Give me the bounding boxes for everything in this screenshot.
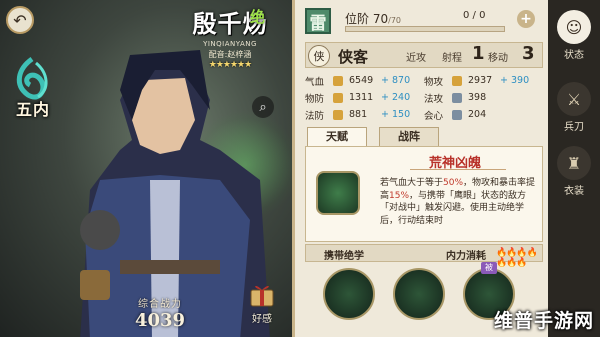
rank-label: 位阶 — [345, 12, 370, 26]
power-label: 综合战力 — [138, 299, 182, 310]
portrait-icon: ☺ — [557, 10, 591, 44]
stats-table: 气血 6549 + 870 物攻 2937 + 390 物防 1311 + 24… — [305, 72, 543, 123]
stat-label: 气血 — [305, 76, 325, 88]
side-item-outfit[interactable]: ♜ 衣装 — [552, 146, 596, 202]
skills-title: 携带绝学 — [324, 251, 364, 262]
stat-label: 物攻 — [424, 76, 444, 88]
attack-type: 近攻 — [406, 53, 426, 64]
stat-hp: 气血 6549 + 870 — [305, 74, 424, 88]
stat-row: 法防 881 + 150 会心 204 — [305, 106, 543, 123]
stat-label: 法防 — [305, 110, 325, 122]
rank-progress-bar — [345, 26, 505, 32]
range-value: 1 — [472, 43, 485, 64]
stat-bonus: + 240 — [381, 92, 411, 103]
rank-value: 70 — [372, 12, 389, 26]
faction-label: 五内 — [15, 100, 50, 119]
fragment-count: 0 / 0 — [463, 10, 486, 21]
tab-talent[interactable]: 天赋 — [307, 127, 367, 147]
move-label: 移动 — [488, 53, 508, 64]
hero-pinyin: YINQIANYANG — [203, 40, 257, 48]
skill-slot-1[interactable] — [323, 268, 375, 320]
rank-row: 雷 位阶 70/70 0 / 0 + — [305, 6, 543, 38]
rank-tag: 绝 — [250, 8, 266, 26]
move-value: 3 — [522, 43, 535, 64]
energy-label: 内力消耗 — [446, 251, 486, 262]
plus-icon: + — [520, 11, 532, 27]
side-item-label: 状态 — [564, 50, 584, 61]
robe-icon: ♜ — [557, 146, 591, 180]
range-label: 射程 — [442, 53, 462, 64]
upgrade-icon — [452, 75, 462, 86]
info-tabs: 天赋 战阵 — [307, 127, 439, 147]
class-icon: 侠 — [308, 45, 330, 67]
stat-base: 6549 — [349, 75, 374, 86]
rank-title: 位阶 70/70 — [345, 10, 401, 27]
stat-crit: 会心 204 — [424, 108, 543, 122]
tab-formation[interactable]: 战阵 — [379, 127, 439, 147]
stat-base: 881 — [349, 109, 368, 120]
side-item-weapon[interactable]: ⚔ 兵刀 — [552, 82, 596, 138]
talent-description: 若气血大于等于50%，物攻和暴击率提高15%，与携带「鹰眼」状态的敌方「对战中」… — [380, 177, 540, 227]
stat-pdef: 物防 1311 + 240 — [305, 91, 424, 105]
stat-bonus: + 150 — [381, 109, 411, 120]
passive-badge: 被 — [481, 262, 497, 274]
stat-label: 会心 — [424, 110, 444, 122]
side-item-label: 衣装 — [564, 186, 584, 197]
stat-base: 204 — [468, 109, 487, 120]
stat-label: 法攻 — [424, 93, 444, 105]
combat-power: 综合战力 4039 — [110, 295, 210, 331]
hero-art-panel: ↶ 五内 殷千炀 YINQIANYANG 配音:赵梓涵 ★★★★★★ 绝 ⌕ 综… — [0, 0, 292, 337]
stat-row: 物防 1311 + 240 法攻 398 — [305, 89, 543, 106]
talent-card: 荒神凶魄 若气血大于等于50%，物攻和暴击率提高15%，与携带「鹰眼」状态的敌方… — [305, 146, 543, 242]
hero-info-panel: 雷 位阶 70/70 0 / 0 + 侠 侠客 近攻 射程 1 移动 3 气血 … — [292, 0, 548, 337]
energy-drops: 🔥🔥🔥🔥🔥🔥🔥 — [496, 248, 538, 268]
class-row: 侠 侠客 近攻 射程 1 移动 3 — [305, 42, 543, 68]
affection-button[interactable]: 好感 — [240, 280, 284, 330]
skill-slot-2[interactable] — [393, 268, 445, 320]
add-fragment-button[interactable]: + — [517, 10, 535, 28]
talent-icon[interactable] — [316, 171, 360, 215]
stat-matk: 法攻 398 — [424, 91, 543, 105]
class-name: 侠客 — [338, 48, 369, 66]
affection-label: 好感 — [252, 314, 272, 325]
side-menu: ☺ 状态 ⚔ 兵刀 ♜ 衣装 — [548, 0, 600, 337]
stat-label: 物防 — [305, 93, 325, 105]
desc-highlight: 50% — [443, 178, 464, 188]
hero-name: 殷千炀 — [192, 9, 268, 38]
upgrade-icon — [333, 92, 343, 103]
stat-bonus: + 870 — [381, 75, 411, 86]
stat-row: 气血 6549 + 870 物攻 2937 + 390 — [305, 72, 543, 89]
stat-patk: 物攻 2937 + 390 — [424, 74, 543, 88]
stat-icon — [452, 109, 462, 120]
stat-mdef: 法防 881 + 150 — [305, 108, 424, 122]
divider — [410, 169, 506, 170]
skills-header: 携带绝学 内力消耗 🔥🔥🔥🔥🔥🔥🔥 — [305, 244, 543, 268]
zoom-button[interactable]: ⌕ — [252, 96, 274, 118]
hero-title-block: 殷千炀 YINQIANYANG 配音:赵梓涵 ★★★★★★ — [170, 4, 290, 70]
back-arrow-icon: ↶ — [13, 10, 27, 30]
desc-highlight: 15% — [389, 190, 410, 201]
stat-bonus: + 390 — [500, 75, 530, 86]
upgrade-icon — [333, 109, 343, 120]
back-button[interactable]: ↶ — [6, 6, 34, 34]
hero-portrait — [80, 50, 270, 337]
upgrade-icon — [333, 75, 343, 86]
watermark: 维普手游网 — [493, 310, 594, 332]
side-item-label: 兵刀 — [564, 122, 584, 133]
magnifier-icon: ⌕ — [259, 99, 267, 115]
voice-actor: 配音:赵梓涵 — [208, 50, 252, 59]
element-badge: 雷 — [305, 8, 331, 34]
stat-icon — [452, 92, 462, 103]
stat-base: 398 — [468, 92, 487, 103]
sword-icon: ⚔ — [557, 82, 591, 116]
stat-base: 2937 — [468, 75, 493, 86]
desc-text: 若气血大于等于 — [380, 178, 444, 188]
star-rating: ★★★★★★ — [208, 60, 252, 70]
power-value: 4039 — [134, 310, 186, 331]
rank-max: /70 — [388, 16, 401, 25]
stat-base: 1311 — [349, 92, 374, 103]
gift-icon — [250, 285, 274, 307]
side-item-status[interactable]: ☺ 状态 — [552, 10, 596, 66]
